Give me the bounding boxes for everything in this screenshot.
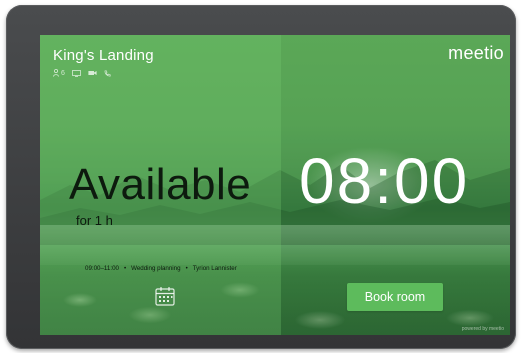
- current-time: 08:00: [299, 145, 470, 217]
- powered-by-label: powered by meetio: [461, 326, 504, 332]
- next-meeting-title: Wedding planning: [131, 265, 181, 272]
- room-display-screen: King's Landing 6 Available for 1 h 09:00…: [40, 35, 510, 335]
- room-amenities: 6: [53, 68, 111, 78]
- person-icon: [53, 69, 59, 77]
- next-meeting-organizer: Tyrion Lannister: [192, 265, 237, 272]
- availability-status: Available: [69, 160, 252, 209]
- next-meeting[interactable]: 09:00–11:00 • Wedding planning • Tyrion …: [85, 265, 237, 272]
- availability-duration: for 1 h: [76, 213, 113, 228]
- capacity-count: 6: [61, 69, 65, 77]
- tablet-device-frame: King's Landing 6 Available for 1 h 09:00…: [6, 5, 516, 349]
- brand-logo: meetio: [448, 43, 504, 63]
- camera-icon: [88, 71, 97, 75]
- phone-icon: [104, 69, 111, 76]
- separator: •: [123, 265, 127, 272]
- next-meeting-time: 09:00–11:00: [85, 265, 119, 272]
- separator: •: [185, 265, 188, 272]
- room-name: King's Landing: [53, 47, 154, 64]
- calendar-icon[interactable]: [154, 285, 176, 307]
- screen-icon: [72, 69, 81, 77]
- capacity-indicator: 6: [53, 69, 65, 77]
- book-room-button[interactable]: Book room: [347, 283, 443, 311]
